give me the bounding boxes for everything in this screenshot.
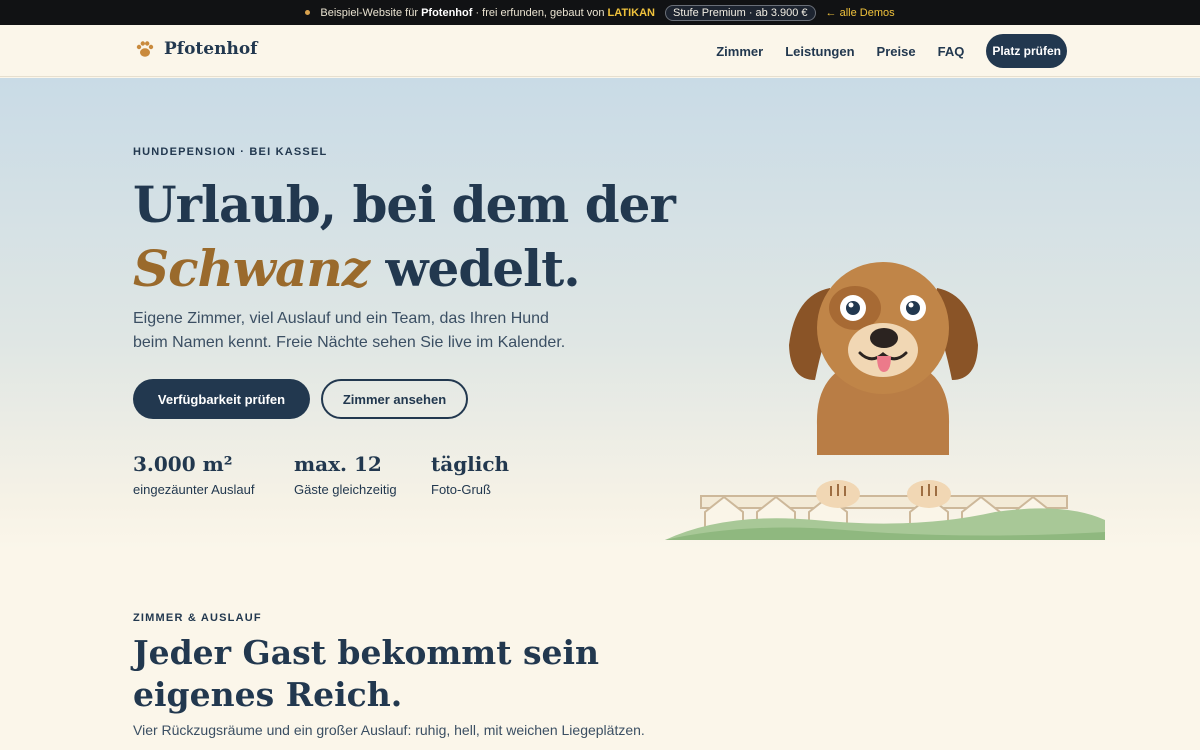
main-nav: Pfotenhof Zimmer Leistungen Preise FAQ P…	[0, 25, 1200, 77]
paw-icon	[136, 41, 154, 57]
hero-eyebrow: HUNDEPENSION · BEI KASSEL	[133, 146, 328, 158]
check-availability-nav-button[interactable]: Platz prüfen	[986, 34, 1067, 68]
rooms-eyebrow: ZIMMER & AUSLAUF	[133, 612, 262, 624]
stat-guests: max. 12 Gäste gleichzeitig	[294, 452, 397, 497]
banner-middle: · frei erfunden, gebaut von	[475, 6, 605, 19]
stat-label: eingezäunter Auslauf	[133, 482, 255, 497]
banner-tier-badge: Stufe Premium · ab 3.900 €	[665, 4, 816, 21]
hero-title-line1: Urlaub, bei dem der	[133, 175, 676, 234]
check-availability-button[interactable]: Verfügbarkeit prüfen	[133, 379, 310, 419]
nav-link-faq[interactable]: FAQ	[938, 44, 965, 59]
banner-prefix: Beispiel-Website für	[320, 6, 418, 19]
view-rooms-button[interactable]: Zimmer ansehen	[321, 379, 468, 419]
banner-dot-icon	[305, 10, 311, 15]
banner-maker: LATIKAN	[607, 6, 656, 19]
nav-links: Zimmer Leistungen Preise FAQ Platz prüfe…	[716, 34, 1067, 68]
back-to-demos-link[interactable]: ← alle Demos	[826, 7, 895, 19]
stat-value: 3.000 m²	[133, 452, 233, 476]
stat-value: täglich	[431, 452, 510, 476]
banner-brand: Pfotenhof	[421, 6, 473, 19]
dog-fence-illustration	[665, 262, 1105, 540]
rooms-subtitle: Vier Rückzugsräume und ein großer Auslau…	[133, 722, 645, 738]
nav-link-zimmer[interactable]: Zimmer	[716, 44, 763, 59]
stat-label: Foto-Gruß	[431, 482, 491, 497]
hero-section: HUNDEPENSION · BEI KASSEL Urlaub, bei de…	[0, 78, 1200, 550]
hero-subtitle: Eigene Zimmer, viel Auslauf und ein Team…	[133, 310, 566, 351]
rooms-title: Jeder Gast bekommt sein eigenes Reich.	[133, 633, 600, 714]
stat-area: 3.000 m² eingezäunter Auslauf	[133, 452, 254, 497]
nav-link-leistungen[interactable]: Leistungen	[785, 44, 854, 59]
hero-title: Urlaub, bei dem der Schwanz wedelt.	[133, 173, 676, 301]
nav-link-preise[interactable]: Preise	[877, 44, 916, 59]
hero-title-rest: wedelt.	[369, 239, 581, 298]
stat-photo: täglich Foto-Gruß	[431, 452, 509, 497]
stat-label: Gäste gleichzeitig	[294, 482, 397, 497]
demo-banner: Beispiel-Website für Pfotenhof · frei er…	[0, 0, 1200, 25]
logo-text: Pfotenhof	[164, 39, 258, 59]
logo[interactable]: Pfotenhof	[135, 39, 257, 59]
hero-title-accent: Schwanz	[133, 239, 370, 298]
stat-value: max. 12	[294, 452, 382, 476]
